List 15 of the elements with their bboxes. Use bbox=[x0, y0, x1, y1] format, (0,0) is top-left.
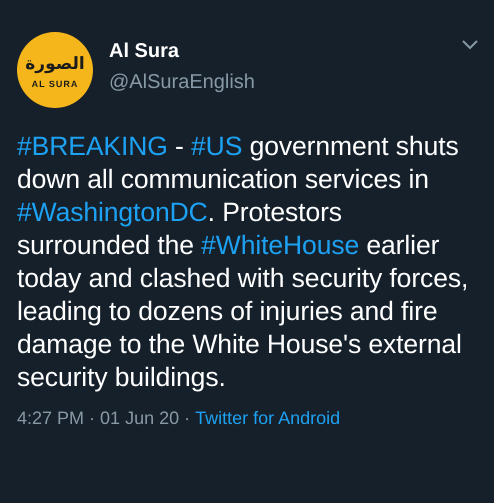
logo-text: AL SURA bbox=[32, 78, 78, 89]
separator-dot: · bbox=[184, 408, 190, 429]
tweet-time: 4:27 PM bbox=[17, 408, 84, 429]
logo-arabic-text: الصورة bbox=[25, 55, 85, 74]
separator-dot: · bbox=[89, 408, 96, 429]
tweet-date: 01 Jun 20 bbox=[100, 408, 180, 429]
hashtag-link[interactable]: #WashingtonDC bbox=[17, 197, 208, 227]
hashtag-link[interactable]: #WhiteHouse bbox=[201, 230, 360, 260]
source-link[interactable]: Twitter for Android bbox=[195, 408, 340, 429]
author-handle[interactable]: @AlSuraEnglish bbox=[109, 71, 255, 94]
chevron-down-icon[interactable] bbox=[462, 40, 478, 50]
hashtag-link[interactable]: #US bbox=[191, 131, 242, 161]
hashtag-link[interactable]: #BREAKING bbox=[17, 131, 168, 161]
author-name[interactable]: Al Sura bbox=[109, 40, 255, 63]
tweet-text: #BREAKING - #US government shuts down all communication services in #WashingtonDC. Protestors surrounded the #WhiteHouse earlier today and clashed with security forces, leading to dozens of injuries and fire damage to the White House's external security buildings. bbox=[17, 130, 470, 394]
